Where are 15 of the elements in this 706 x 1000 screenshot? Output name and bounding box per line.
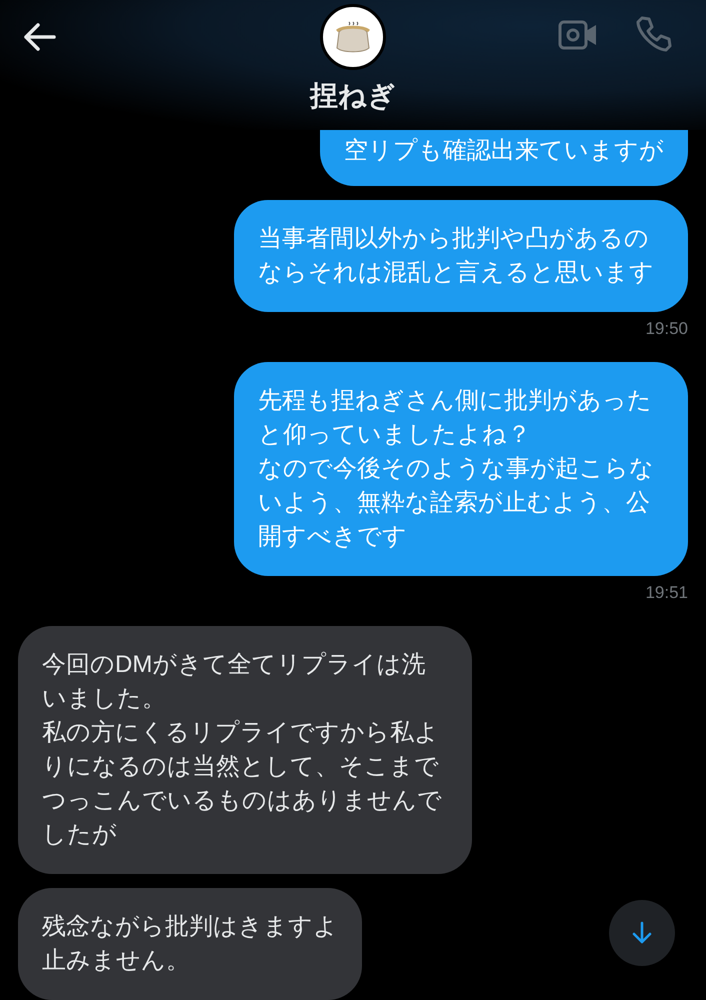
message-text: 空リプも確認出来ていますが — [344, 136, 664, 166]
timestamp: 19:51 — [645, 582, 688, 604]
down-arrow-icon — [632, 921, 652, 945]
message-text: 先程も捏ねぎさん側に批判があったと仰っていましたよね？ — [258, 386, 653, 450]
message-text: 今回のDMがきて全てリプライは洗いました。 — [42, 650, 426, 714]
message-text: なので今後そのような事が起こらないよう、無粋な詮索が止むよう、公開すべきです — [258, 454, 655, 552]
contact-name: 捏ねぎ — [310, 79, 396, 113]
message-text: 残念ながら批判はきますよ — [42, 912, 338, 942]
message-text: 私の方にくるリプライですから私よりになるのは当然として、そこまでつっこんでいるものはありませんでしたが — [42, 718, 443, 850]
video-call-icon[interactable] — [558, 18, 598, 52]
message-text: 当事者間以外から批判や凸があるのならそれは混乱と言えると思います — [258, 224, 655, 288]
timestamp: 19:50 — [645, 318, 688, 340]
message-text: 止みません。 — [42, 946, 191, 976]
back-arrow-icon[interactable] — [22, 22, 56, 52]
phone-icon[interactable] — [634, 15, 672, 53]
